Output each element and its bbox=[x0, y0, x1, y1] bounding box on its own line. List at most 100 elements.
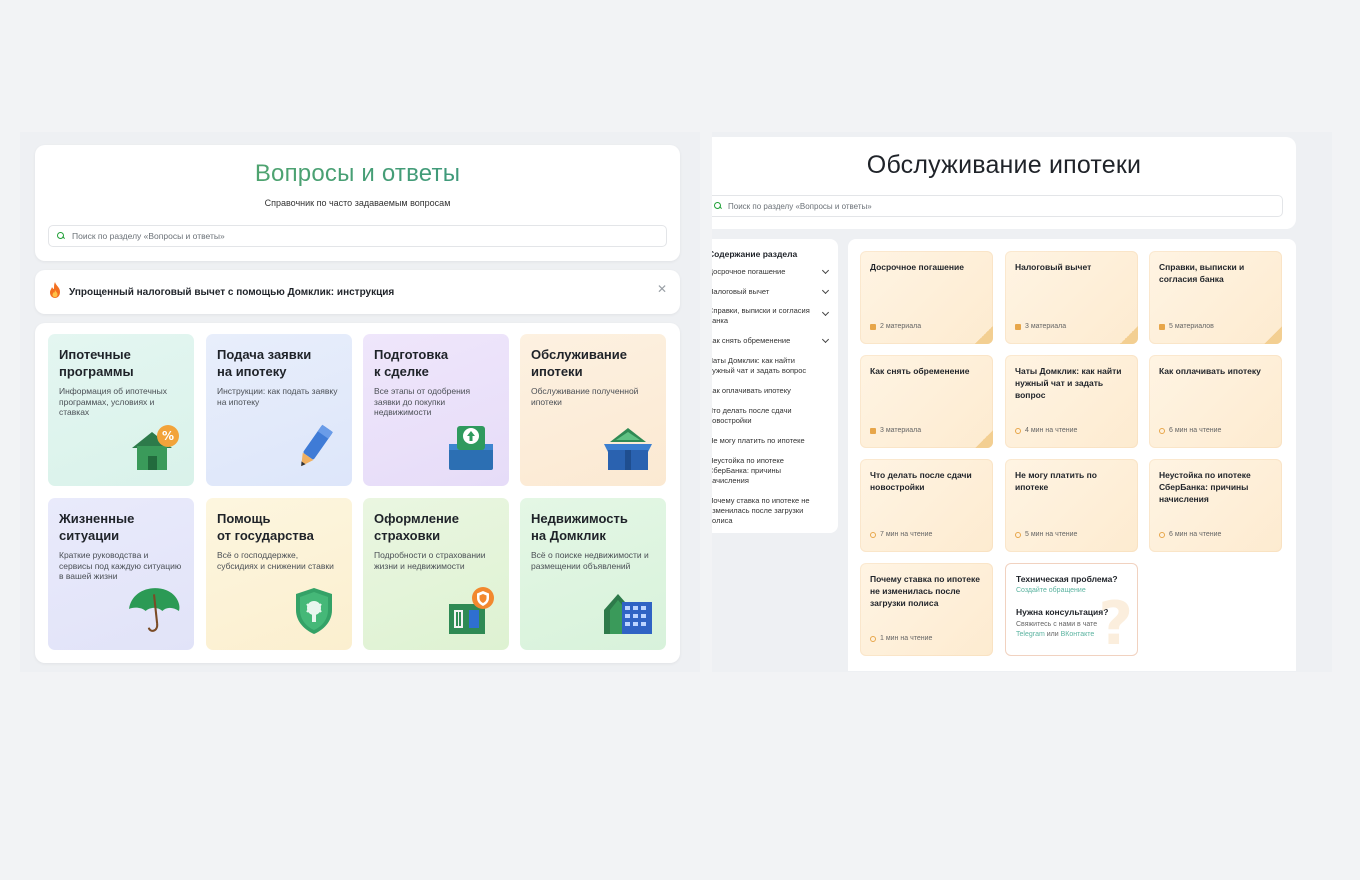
category-tile[interactable]: Жизненные ситуации Краткие руководства и… bbox=[48, 498, 194, 650]
chevron-down-icon[interactable] bbox=[821, 335, 830, 344]
toc-item-label: Не могу платить по ипотеке bbox=[712, 436, 805, 445]
topic-meta-text: 5 мин на чтение bbox=[1025, 531, 1078, 538]
topic-meta-text: 6 мин на чтение bbox=[1169, 531, 1222, 538]
chevron-down-icon[interactable] bbox=[821, 308, 830, 317]
topic-title: Чаты Домклик: как найти нужный чат и зад… bbox=[1015, 366, 1122, 400]
tile-description: Подробности о страховании жизни и недвиж… bbox=[374, 550, 486, 571]
category-tile[interactable]: Подготовка к сделке Все этапы от одобрен… bbox=[363, 334, 509, 486]
tile-description: Обслуживание полученной ипотеки bbox=[531, 386, 639, 407]
category-grid: Ипотечные программы Информация об ипотеч… bbox=[35, 323, 680, 663]
page-title: Вопросы и ответы bbox=[35, 160, 680, 188]
tile-title: Жизненные ситуации bbox=[59, 511, 135, 543]
clock-icon bbox=[870, 635, 876, 642]
question-mark-decoration: ? bbox=[1098, 589, 1133, 656]
search-input[interactable]: Поиск по разделу «Вопросы и ответы» bbox=[48, 225, 667, 247]
topic-title: Справки, выписки и согласия банка bbox=[1159, 262, 1245, 284]
topic-meta: 6 мин на чтение bbox=[1159, 531, 1221, 538]
category-tile[interactable]: Подача заявки на ипотеку Инструкции: как… bbox=[206, 334, 352, 486]
toc-item[interactable]: Что делать после сдачи новостройки bbox=[712, 406, 838, 426]
topic-card[interactable]: Налоговый вычет 3 материала bbox=[1005, 251, 1138, 344]
toc-item-label: Как оплачивать ипотеку bbox=[712, 386, 791, 395]
umbrella-icon bbox=[129, 588, 180, 632]
search-placeholder: Поиск по разделу «Вопросы и ответы» bbox=[728, 201, 872, 211]
tile-title: Обслуживание ипотеки bbox=[531, 347, 628, 379]
category-tile[interactable]: Оформление страховки Подробности о страх… bbox=[363, 498, 509, 650]
svg-text:%: % bbox=[162, 429, 174, 443]
close-icon[interactable]: ✕ bbox=[657, 282, 667, 296]
topic-title: Досрочное погашение bbox=[870, 262, 964, 272]
topic-card[interactable]: Досрочное погашение 2 материала bbox=[860, 251, 993, 344]
toc-item[interactable]: Досрочное погашение bbox=[712, 266, 838, 277]
topic-card[interactable]: Что делать после сдачи новостройки 7 мин… bbox=[860, 459, 993, 552]
topic-meta: 5 материалов bbox=[1159, 323, 1214, 330]
toc-item[interactable]: Как снять обременение bbox=[712, 335, 838, 346]
banner-text: Упрощенный налоговый вычет с помощью Дом… bbox=[69, 286, 395, 298]
house-box-icon bbox=[604, 428, 652, 470]
tile-description: Инструкции: как подать заявку на ипотеку bbox=[217, 386, 338, 407]
toc-item[interactable]: Неустойка по ипотеке СберБанка: причины … bbox=[712, 456, 838, 486]
topic-card[interactable]: Как снять обременение 3 материала bbox=[860, 355, 993, 448]
tile-title: Недвижимость на Домклик bbox=[531, 511, 628, 543]
topic-meta: 7 мин на чтение bbox=[870, 531, 932, 538]
fire-icon bbox=[47, 281, 63, 304]
topic-card[interactable]: Чаты Домклик: как найти нужный чат и зад… bbox=[1005, 355, 1138, 448]
tile-description: Информация об ипотечных программах, усло… bbox=[59, 386, 167, 417]
toc-item-label: Справки, выписки и согласия банка bbox=[712, 306, 810, 325]
topic-card[interactable]: Почему ставка по ипотеке не изменилась п… bbox=[860, 563, 993, 656]
document-icon bbox=[870, 323, 876, 330]
toc-item[interactable]: Как оплачивать ипотеку bbox=[712, 386, 838, 396]
category-tile[interactable]: Помощь от государства Всё о господдержке… bbox=[206, 498, 352, 650]
topic-meta-text: 3 материала bbox=[1025, 323, 1067, 330]
search-placeholder: Поиск по разделу «Вопросы и ответы» bbox=[72, 231, 225, 241]
category-tile[interactable]: Недвижимость на Домклик Всё о поиске нед… bbox=[520, 498, 666, 650]
topic-meta-text: 6 мин на чтение bbox=[1169, 427, 1222, 434]
toc-item[interactable]: Справки, выписки и согласия банка bbox=[712, 306, 838, 326]
telegram-link[interactable]: Telegram bbox=[1016, 631, 1045, 638]
tile-description: Всё о господдержке, субсидиях и снижении… bbox=[217, 550, 334, 571]
category-tile[interactable]: Ипотечные программы Информация об ипотеч… bbox=[48, 334, 194, 486]
clock-icon bbox=[1159, 427, 1165, 434]
tech-problem-title: Техническая проблема? bbox=[1016, 574, 1118, 584]
table-of-contents: Содержание раздела Досрочное погашение Н… bbox=[712, 239, 838, 533]
category-tile[interactable]: Обслуживание ипотеки Обслуживание получе… bbox=[520, 334, 666, 486]
topic-meta-text: 4 мин на чтение bbox=[1025, 427, 1078, 434]
toc-item[interactable]: Не могу платить по ипотеке bbox=[712, 436, 838, 446]
toc-item-label: Что делать после сдачи новостройки bbox=[712, 406, 792, 425]
topic-grid: Досрочное погашение 2 материала Налоговы… bbox=[848, 239, 1296, 671]
topic-card[interactable]: Справки, выписки и согласия банка 5 мате… bbox=[1149, 251, 1282, 344]
shield-emblem-icon bbox=[296, 588, 332, 634]
chevron-down-icon[interactable] bbox=[821, 286, 830, 295]
tile-title: Оформление страховки bbox=[374, 511, 460, 543]
page-fold-decoration bbox=[975, 430, 993, 448]
section-header: Обслуживание ипотеки Поиск по разделу «В… bbox=[712, 137, 1296, 229]
vk-link[interactable]: ВКонтакте bbox=[1061, 631, 1095, 638]
consult-or: или bbox=[1044, 631, 1061, 638]
document-icon bbox=[1159, 323, 1165, 330]
hero-card: Вопросы и ответы Справочник по часто зад… bbox=[35, 145, 680, 261]
mortgage-service-panel: Обслуживание ипотеки Поиск по разделу «В… bbox=[712, 132, 1332, 672]
support-card: ? Техническая проблема? Создайте обращен… bbox=[1005, 563, 1138, 656]
tile-title: Помощь от государства bbox=[217, 511, 314, 543]
toc-item[interactable]: Налоговый вычет bbox=[712, 286, 838, 297]
topic-meta: 3 материала bbox=[870, 427, 921, 434]
announcement-banner[interactable]: Упрощенный налоговый вычет с помощью Дом… bbox=[35, 270, 680, 314]
topic-meta-text: 7 мин на чтение bbox=[880, 531, 933, 538]
chevron-down-icon[interactable] bbox=[821, 266, 830, 275]
topic-card[interactable]: Не могу платить по ипотеке 5 мин на чтен… bbox=[1005, 459, 1138, 552]
topic-meta: 6 мин на чтение bbox=[1159, 427, 1221, 434]
page-fold-decoration bbox=[1120, 326, 1138, 344]
clock-icon bbox=[870, 531, 876, 538]
topic-title: Налоговый вычет bbox=[1015, 262, 1092, 272]
toc-item[interactable]: Почему ставка по ипотеке не изменилась п… bbox=[712, 496, 838, 526]
topic-meta-text: 3 материала bbox=[880, 427, 922, 434]
search-icon bbox=[714, 202, 722, 210]
topic-card[interactable]: Неустойка по ипотеке СберБанка: причины … bbox=[1149, 459, 1282, 552]
topic-title: Неустойка по ипотеке СберБанка: причины … bbox=[1159, 470, 1251, 504]
topic-meta: 2 материала bbox=[870, 323, 921, 330]
topic-card[interactable]: Как оплачивать ипотеку 6 мин на чтение bbox=[1149, 355, 1282, 448]
buildings-icon bbox=[604, 594, 652, 634]
search-input[interactable]: Поиск по разделу «Вопросы и ответы» bbox=[712, 195, 1283, 217]
consult-text-main: Свяжитесь с нами в чате bbox=[1016, 621, 1098, 628]
clock-icon bbox=[1015, 531, 1021, 538]
toc-item[interactable]: Чаты Домклик: как найти нужный чат и зад… bbox=[712, 356, 838, 376]
